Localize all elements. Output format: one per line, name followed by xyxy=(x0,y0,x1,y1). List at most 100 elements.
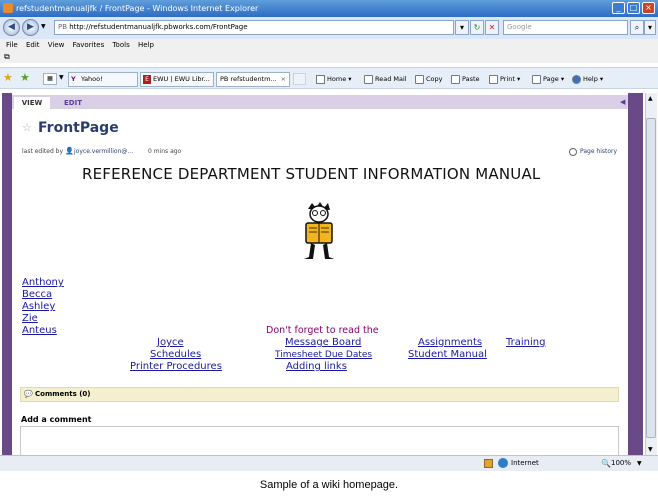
home-icon xyxy=(316,74,325,84)
person-link-ashley[interactable]: Ashley xyxy=(22,301,55,312)
search-options-icon[interactable]: ▾ xyxy=(644,20,656,35)
link-timesheet-due-dates[interactable]: Timesheet Due Dates xyxy=(275,350,372,360)
internet-zone-icon xyxy=(498,458,508,468)
comments-bar[interactable]: 💬 Comments (0) xyxy=(20,387,619,402)
manual-heading: REFERENCE DEPARTMENT STUDENT INFORMATION… xyxy=(82,165,541,183)
link-assignments[interactable]: Assignments xyxy=(418,337,482,348)
forward-button[interactable]: ▶ xyxy=(22,19,39,36)
link-printer-procedures[interactable]: Printer Procedures xyxy=(130,361,222,372)
star-icon[interactable]: ☆ xyxy=(22,121,32,134)
link-adding-links[interactable]: Adding links xyxy=(286,361,347,372)
copy-button[interactable]: Copy xyxy=(415,73,443,86)
protected-mode-icon[interactable] xyxy=(484,459,493,468)
tab-list-dropdown-icon[interactable]: ▼ xyxy=(59,74,64,81)
zoom-icon[interactable]: 🔍 xyxy=(601,456,611,471)
scroll-down-icon[interactable]: ▼ xyxy=(648,446,653,453)
person-link-zie[interactable]: Zie xyxy=(22,313,38,324)
page-icon xyxy=(532,74,541,84)
menu-file[interactable]: File xyxy=(6,39,18,51)
address-dropdown-icon[interactable]: ▾ xyxy=(455,20,469,35)
last-edited-label: last edited by xyxy=(22,148,64,155)
last-edited-user[interactable]: joyce.vermillion@... xyxy=(74,148,133,155)
menu-view[interactable]: View xyxy=(48,39,65,51)
window-title: refstudentmanualjfk / FrontPage - Window… xyxy=(16,4,259,13)
menu-edit[interactable]: Edit xyxy=(26,39,40,51)
back-button[interactable]: ◀ xyxy=(3,19,20,36)
menu-help[interactable]: Help xyxy=(138,39,154,51)
help-label: Help xyxy=(583,75,598,83)
copy-icon xyxy=(415,74,424,84)
tab-label: PB refstudentm... xyxy=(220,75,277,83)
view-tab[interactable]: VIEW xyxy=(14,97,50,109)
paste-label: Paste xyxy=(462,75,480,83)
help-icon xyxy=(572,74,581,84)
collapse-sidebar-icon[interactable]: ◀ xyxy=(620,98,625,106)
refresh-icon[interactable]: ↻ xyxy=(470,20,484,35)
history-dropdown-icon[interactable]: ▼ xyxy=(41,23,46,30)
scrollbar-thumb[interactable] xyxy=(646,118,656,438)
tab-label: Yahoo! xyxy=(81,75,103,83)
page-title: FrontPage xyxy=(38,120,119,136)
comment-bubble-icon: 💬 xyxy=(24,390,33,398)
search-input[interactable]: Google xyxy=(503,20,628,35)
tab-refstudentmanual[interactable]: PB refstudentm... × xyxy=(216,72,290,87)
print-label: Print xyxy=(500,75,515,83)
paste-button[interactable]: Paste xyxy=(451,73,480,86)
history-icon xyxy=(569,148,577,156)
tab-close-icon[interactable]: × xyxy=(281,73,286,86)
person-link-becca[interactable]: Becca xyxy=(22,289,52,300)
print-button[interactable]: Print ▾ xyxy=(489,73,520,86)
page-menu-button[interactable]: Page ▾ xyxy=(532,73,564,86)
page-label: Page xyxy=(543,75,559,83)
zoom-level[interactable]: 100% xyxy=(611,456,631,471)
tab-ewu[interactable]: E EWU | EWU Libr... xyxy=(140,72,214,87)
scroll-up-icon[interactable]: ▲ xyxy=(648,95,653,102)
comment-textarea[interactable] xyxy=(20,426,619,456)
quick-tabs-icon[interactable]: ▦ xyxy=(43,73,57,85)
menu-tools[interactable]: Tools xyxy=(112,39,129,51)
search-icon[interactable]: ⌕ xyxy=(630,20,644,35)
zoom-dropdown-icon[interactable]: ▼ xyxy=(637,456,642,471)
stop-icon[interactable]: ✕ xyxy=(485,20,499,35)
last-edited-time: 0 mins ago xyxy=(148,148,182,155)
close-button[interactable]: × xyxy=(642,2,655,14)
copy-label: Copy xyxy=(426,75,443,83)
address-field[interactable]: PB http://refstudentmanualjfk.pbworks.co… xyxy=(54,20,454,35)
link-message-board[interactable]: Message Board xyxy=(285,337,361,348)
tab-label: EWU | EWU Libr... xyxy=(153,75,210,83)
yahoo-icon: Y xyxy=(71,75,76,83)
minimize-button[interactable]: _ xyxy=(612,2,625,14)
pbworks-favicon-icon: PB xyxy=(58,23,70,31)
read-mail-button[interactable]: Read Mail xyxy=(364,73,407,86)
link-training[interactable]: Training xyxy=(506,337,545,348)
wiki-left-border xyxy=(2,93,12,455)
maximize-button[interactable]: □ xyxy=(627,2,640,14)
person-link-anthony[interactable]: Anthony xyxy=(22,277,64,288)
add-favorites-icon[interactable]: ★ xyxy=(20,71,30,84)
ewu-icon: E xyxy=(143,75,151,84)
link-joyce[interactable]: Joyce xyxy=(157,337,184,348)
links-bar: ⧉ xyxy=(0,51,658,63)
links-icon[interactable]: ⧉ xyxy=(4,52,10,62)
page-history-link[interactable]: Page history xyxy=(580,148,617,155)
read-mail-label: Read Mail xyxy=(375,75,407,83)
figure-caption: Sample of a wiki homepage. xyxy=(259,479,399,491)
address-row: ◀ ▶ ▼ PB http://refstudentmanualjfk.pbwo… xyxy=(0,17,658,39)
reading-person-clipart xyxy=(304,202,334,259)
home-button[interactable]: Home ▾ xyxy=(316,73,352,86)
favorites-star-icon[interactable]: ★ xyxy=(3,71,13,84)
menu-bar: File Edit View Favorites Tools Help xyxy=(0,39,658,51)
help-menu-button[interactable]: Help ▾ xyxy=(572,73,603,86)
tab-yahoo[interactable]: Y Yahoo! xyxy=(68,72,138,87)
address-url: http://refstudentmanualjfk.pbworks.com/F… xyxy=(69,23,248,31)
window-title-bar: refstudentmanualjfk / FrontPage - Window… xyxy=(0,0,658,17)
link-student-manual[interactable]: Student Manual xyxy=(408,349,487,360)
link-schedules[interactable]: Schedules xyxy=(150,349,201,360)
edit-tab[interactable]: EDIT xyxy=(64,97,90,109)
person-link-anteus[interactable]: Anteus xyxy=(22,325,57,336)
menu-favorites[interactable]: Favorites xyxy=(73,39,105,51)
status-bar: Internet 🔍 100% ▼ xyxy=(0,455,658,471)
new-tab-button[interactable] xyxy=(293,73,306,85)
print-icon xyxy=(489,74,498,84)
wiki-right-border xyxy=(628,93,643,455)
